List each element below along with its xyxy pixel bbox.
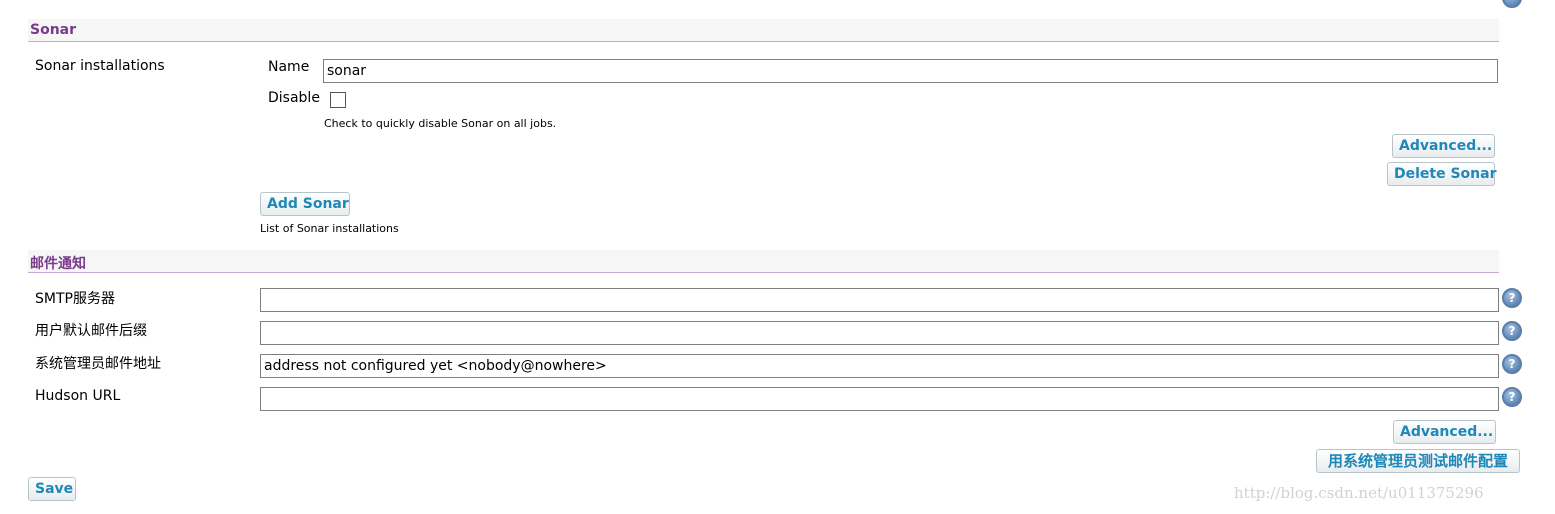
hudson-url-label: Hudson URL bbox=[35, 388, 121, 404]
help-icon-partial[interactable] bbox=[1502, 0, 1522, 8]
sonar-name-label: Name bbox=[268, 59, 310, 75]
sonar-disable-checkbox[interactable] bbox=[330, 92, 346, 108]
delete-sonar-button[interactable]: Delete Sonar bbox=[1387, 162, 1497, 186]
admin-email-label: 系统管理员邮件地址 bbox=[35, 356, 161, 372]
default-suffix-input[interactable] bbox=[260, 321, 1499, 345]
sonar-advanced-button[interactable]: Advanced... bbox=[1392, 134, 1495, 158]
default-suffix-help-icon[interactable]: ? bbox=[1502, 321, 1522, 341]
sonar-list-help-text: List of Sonar installations bbox=[260, 222, 399, 235]
add-sonar-button[interactable]: Add Sonar bbox=[260, 192, 350, 216]
hudson-url-help-icon[interactable]: ? bbox=[1502, 387, 1522, 407]
smtp-server-input[interactable] bbox=[260, 288, 1499, 312]
sonar-name-input[interactable] bbox=[323, 59, 1498, 83]
email-section-title: 邮件通知 bbox=[30, 256, 86, 272]
email-advanced-button[interactable]: Advanced... bbox=[1393, 420, 1496, 444]
sonar-section-header: Sonar bbox=[28, 19, 1499, 42]
admin-email-input[interactable] bbox=[260, 354, 1499, 378]
smtp-server-label: SMTP服务器 bbox=[35, 291, 115, 307]
save-button[interactable]: Save bbox=[28, 477, 76, 501]
sonar-disable-label: Disable bbox=[268, 90, 320, 106]
default-suffix-label: 用户默认邮件后缀 bbox=[35, 323, 147, 339]
sonar-disable-help-text: Check to quickly disable Sonar on all jo… bbox=[324, 117, 557, 130]
sonar-section-title: Sonar bbox=[30, 22, 77, 38]
email-section-header: 邮件通知 bbox=[28, 250, 1499, 273]
smtp-help-icon[interactable]: ? bbox=[1502, 288, 1522, 308]
admin-email-help-icon[interactable]: ? bbox=[1502, 354, 1522, 374]
test-email-config-button[interactable]: 用系统管理员测试邮件配置 bbox=[1316, 449, 1520, 473]
hudson-url-input[interactable] bbox=[260, 387, 1499, 411]
sonar-installations-label: Sonar installations bbox=[35, 58, 165, 74]
watermark-text: http://blog.csdn.net/u011375296 bbox=[1234, 484, 1484, 502]
